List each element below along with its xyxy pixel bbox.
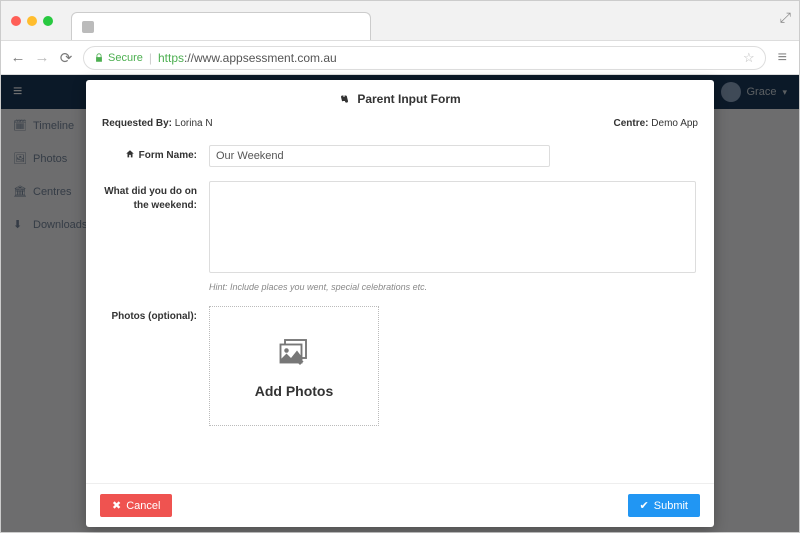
app-container: ≡ 🔔 Grace ▾ 🗓 Timeline 🖼 Photos 🏛 Centre… (1, 75, 799, 532)
modal-footer: ✖ Cancel ✔ Submit (86, 483, 714, 527)
home-icon (125, 149, 135, 159)
weekend-hint: Hint: Include places you went, special c… (209, 282, 696, 292)
lock-icon (94, 53, 104, 63)
expand-icon[interactable]: ⤢ (780, 9, 791, 26)
cancel-button[interactable]: ✖ Cancel (100, 494, 172, 517)
maximize-window-button[interactable] (43, 16, 53, 26)
reload-button[interactable]: ⟳ (57, 49, 75, 67)
url-text: https://www.appsessment.com.au (158, 51, 337, 65)
form-name-label: Form Name: (104, 145, 209, 163)
back-button[interactable]: ← (9, 49, 27, 66)
forward-button[interactable]: → (33, 49, 51, 66)
window-controls (11, 16, 53, 26)
address-bar: ← → ⟳ Secure | https://www.appsessment.c… (1, 41, 799, 75)
minimize-window-button[interactable] (27, 16, 37, 26)
weekend-textarea[interactable] (209, 181, 696, 273)
modal-title: Parent Input Form (86, 80, 714, 114)
submit-button[interactable]: ✔ Submit (628, 494, 700, 517)
form-name-input[interactable] (209, 145, 550, 167)
close-icon: ✖ (112, 499, 121, 512)
modal-meta: Requested By: Lorina N Centre: Demo App (86, 114, 714, 139)
binoculars-icon (339, 93, 351, 105)
weekend-label: What did you do on the weekend: (104, 181, 209, 213)
browser-tab[interactable] (71, 12, 371, 40)
secure-badge: Secure (94, 52, 143, 64)
check-icon: ✔ (640, 499, 649, 512)
url-field[interactable]: Secure | https://www.appsessment.com.au … (83, 46, 766, 70)
parent-input-modal: Parent Input Form Requested By: Lorina N… (86, 80, 714, 527)
browser-menu-button[interactable]: ≡ (774, 49, 791, 67)
bookmark-icon[interactable]: ☆ (743, 50, 755, 66)
close-window-button[interactable] (11, 16, 21, 26)
add-photos-icon (276, 334, 312, 375)
add-photos-label: Add Photos (255, 383, 334, 399)
form-body: Form Name: What did you do on the weeken… (86, 139, 714, 483)
add-photos-dropzone[interactable]: Add Photos (209, 306, 379, 426)
browser-tab-bar: ⤢ (1, 1, 799, 41)
photos-label: Photos (optional): (104, 306, 209, 324)
